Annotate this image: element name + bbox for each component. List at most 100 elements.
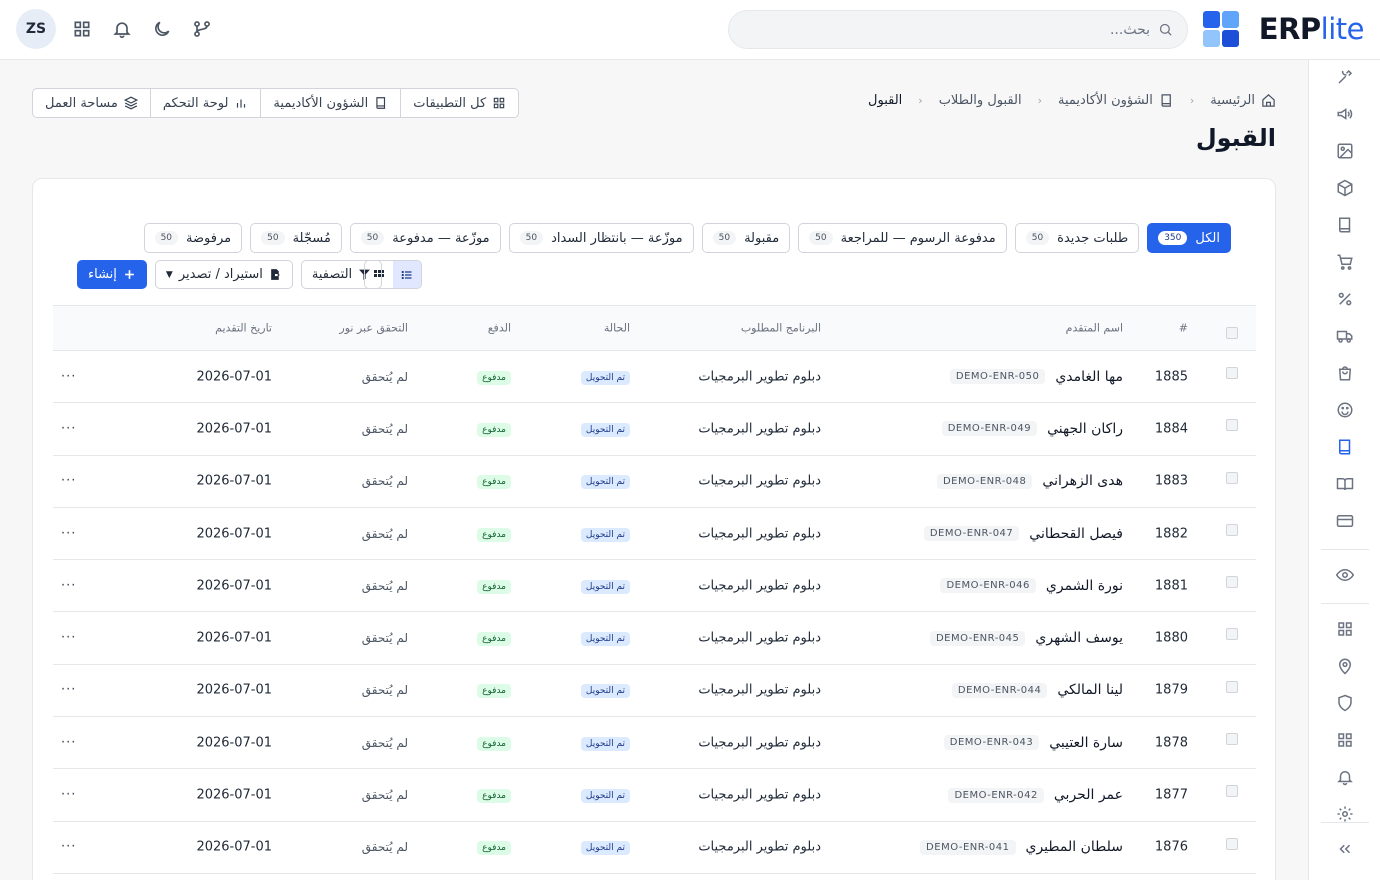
row-checkbox[interactable]: [1226, 419, 1238, 432]
apps-grid-icon[interactable]: [72, 19, 92, 39]
more-actions-icon[interactable]: ···: [61, 840, 76, 855]
book-open-icon[interactable]: [1336, 475, 1354, 493]
select-all-checkbox[interactable]: [1226, 327, 1238, 339]
import-export-button[interactable]: استيراد / تصدير ▼: [154, 260, 293, 289]
row-checkbox[interactable]: [1226, 837, 1238, 850]
more-actions-icon[interactable]: ···: [61, 474, 76, 489]
table-row[interactable]: 1878 سارة العتيبي DEMO-ENR-043 دبلوم تطو…: [53, 717, 1256, 770]
row-checkbox[interactable]: [1226, 680, 1238, 693]
image-icon[interactable]: [1336, 142, 1354, 160]
table-row[interactable]: 1883 هدى الزهراني DEMO-ENR-048 دبلوم تطو…: [53, 456, 1256, 508]
create-button[interactable]: إنشاء: [77, 260, 147, 289]
row-payment: مدفوع: [477, 369, 511, 385]
grid-view-button[interactable]: [365, 261, 393, 288]
table-row[interactable]: 1882 فيصل القحطاني DEMO-ENR-047 دبلوم تط…: [53, 508, 1256, 561]
avatar[interactable]: ZS: [16, 9, 56, 49]
academics-button[interactable]: الشؤون الأكاديمية: [260, 89, 400, 117]
row-checkbox[interactable]: [1226, 367, 1238, 379]
location-icon[interactable]: [1336, 657, 1354, 675]
book-active-icon[interactable]: [1336, 438, 1354, 456]
table-row[interactable]: 1884 راكان الجهني DEMO-ENR-049 دبلوم تطو…: [53, 403, 1256, 456]
row-date: 2026-07-01: [196, 473, 272, 489]
more-actions-icon[interactable]: ···: [61, 735, 76, 750]
all-apps-button[interactable]: كل التطبيقات: [400, 89, 518, 117]
col-id[interactable]: #: [1179, 322, 1188, 335]
col-verify[interactable]: التحقق عبر نور: [339, 322, 408, 335]
list-view-button[interactable]: [393, 261, 421, 288]
cart-icon[interactable]: [1336, 253, 1354, 271]
col-program[interactable]: البرنامج المطلوب: [741, 322, 821, 335]
row-checkbox[interactable]: [1226, 576, 1238, 589]
row-id: 1882: [1154, 526, 1188, 542]
col-status[interactable]: الحالة: [604, 322, 630, 335]
moon-icon[interactable]: [152, 19, 172, 39]
row-id: 1883: [1154, 473, 1188, 489]
applicant-name[interactable]: سارة العتيبي: [1049, 735, 1123, 751]
smile-icon[interactable]: [1336, 401, 1354, 419]
shield-icon[interactable]: [1336, 694, 1354, 712]
bell-icon[interactable]: [1336, 768, 1354, 786]
breadcrumb-admissions-students[interactable]: القبول والطلاب: [939, 93, 1022, 108]
dashboard-button[interactable]: لوحة التحكم: [149, 89, 261, 117]
truck-icon[interactable]: [1336, 327, 1354, 345]
collapse-icon[interactable]: [1336, 840, 1354, 858]
shopping-bag-icon[interactable]: [1336, 364, 1354, 382]
applicant-name[interactable]: هدى الزهراني: [1042, 473, 1123, 489]
more-actions-icon[interactable]: ···: [61, 788, 76, 803]
box-icon[interactable]: [1336, 179, 1354, 197]
table-row[interactable]: 1879 لينا المالكي DEMO-ENR-044 دبلوم تطو…: [53, 665, 1256, 718]
row-checkbox[interactable]: [1226, 628, 1238, 641]
megaphone-icon[interactable]: [1336, 105, 1354, 123]
applicant-name[interactable]: يوسف الشهري: [1035, 630, 1123, 646]
breadcrumb-home[interactable]: الرئيسية: [1210, 93, 1276, 108]
more-actions-icon[interactable]: ···: [61, 631, 76, 646]
applicant-name[interactable]: لينا المالكي: [1057, 682, 1123, 698]
tab-new-requests[interactable]: طلبات جديدة 50: [1014, 223, 1140, 253]
credit-card-icon[interactable]: [1336, 512, 1354, 530]
table-row[interactable]: 1885 مها الغامدي DEMO-ENR-050 دبلوم تطوي…: [53, 351, 1256, 404]
git-branch-icon[interactable]: [192, 19, 212, 39]
row-checkbox[interactable]: [1226, 523, 1238, 536]
row-checkbox[interactable]: [1226, 471, 1238, 484]
search-box[interactable]: [728, 10, 1188, 49]
percent-icon[interactable]: [1336, 290, 1354, 308]
more-actions-icon[interactable]: ···: [61, 526, 76, 541]
applicant-name[interactable]: سلطان المطيري: [1026, 839, 1124, 855]
col-payment[interactable]: الدفع: [488, 322, 511, 335]
table-row[interactable]: 1881 نورة الشمري DEMO-ENR-046 دبلوم تطوي…: [53, 560, 1256, 613]
applicant-name[interactable]: راكان الجهني: [1047, 421, 1123, 437]
brand-logo[interactable]: ERPlite: [1202, 11, 1365, 47]
tab-paid-review[interactable]: مدفوعة الرسوم — للمراجعة 50: [798, 223, 1007, 253]
more-actions-icon[interactable]: ···: [61, 683, 76, 698]
row-checkbox[interactable]: [1226, 733, 1238, 746]
tab-enrolled[interactable]: مُسجّلة 50: [250, 223, 342, 253]
applicant-name[interactable]: مها الغامدي: [1055, 369, 1123, 385]
tab-assigned-paid[interactable]: موزّعة — مدفوعة 50: [349, 223, 501, 253]
tools-icon[interactable]: [1336, 68, 1354, 86]
table-row[interactable]: 1876 سلطان المطيري DEMO-ENR-041 دبلوم تط…: [53, 822, 1256, 874]
table-row[interactable]: 1880 يوسف الشهري DEMO-ENR-045 دبلوم تطوي…: [53, 612, 1256, 665]
more-actions-icon[interactable]: ···: [61, 421, 76, 436]
apps-icon[interactable]: [1336, 731, 1354, 749]
breadcrumb-academics[interactable]: الشؤون الأكاديمية: [1058, 93, 1174, 108]
tab-accepted[interactable]: مقبولة 50: [701, 223, 791, 253]
row-checkbox[interactable]: [1226, 785, 1238, 798]
apps-icon[interactable]: [1336, 620, 1354, 638]
eye-icon[interactable]: [1336, 566, 1354, 584]
settings-icon[interactable]: [1336, 805, 1354, 823]
more-actions-icon[interactable]: ···: [61, 578, 76, 593]
tab-all[interactable]: الكل 350: [1147, 223, 1231, 253]
applicant-name[interactable]: نورة الشمري: [1046, 578, 1123, 594]
table-row[interactable]: 1877 عمر الحربي DEMO-ENR-042 دبلوم تطوير…: [53, 769, 1256, 822]
col-date[interactable]: تاريخ التقديم: [215, 322, 272, 335]
applicant-name[interactable]: فيصل القحطاني: [1029, 526, 1123, 542]
tab-assigned-pending[interactable]: موزّعة — بانتظار السداد 50: [508, 223, 694, 253]
book-icon[interactable]: [1336, 216, 1354, 234]
search-input[interactable]: [729, 21, 1158, 38]
col-name[interactable]: اسم المتقدم: [1066, 322, 1123, 335]
applicant-name[interactable]: عمر الحربي: [1054, 787, 1123, 803]
tab-rejected[interactable]: مرفوضة 50: [143, 223, 243, 253]
bell-icon[interactable]: [112, 19, 132, 39]
workspace-button[interactable]: مساحة العمل: [33, 89, 150, 117]
more-actions-icon[interactable]: ···: [61, 369, 76, 384]
